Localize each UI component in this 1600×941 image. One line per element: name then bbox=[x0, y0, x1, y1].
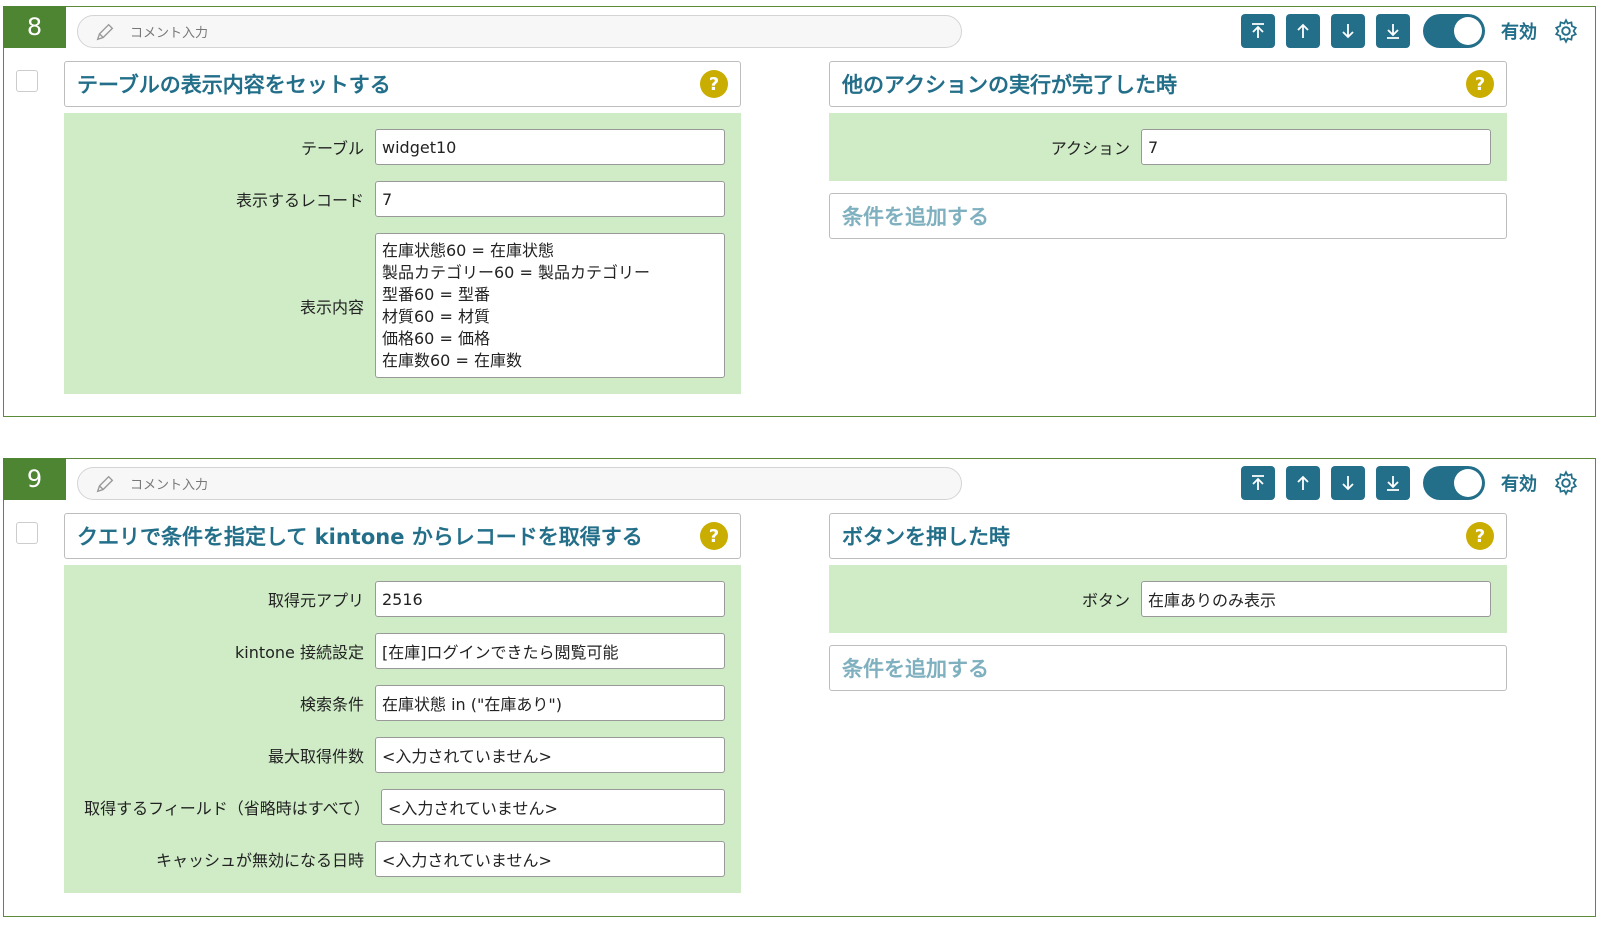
field-row: ボタン 在庫ありのみ表示 bbox=[829, 581, 1491, 617]
field-label: 検索条件 bbox=[299, 695, 364, 714]
mapping-line: 材質60 = 材質 bbox=[382, 307, 490, 326]
help-icon[interactable]: ? bbox=[700, 522, 728, 550]
trigger-fields: アクション 7 bbox=[829, 113, 1507, 181]
move-up-icon bbox=[1297, 23, 1309, 38]
mapping-line: 価格60 = 価格 bbox=[382, 329, 490, 348]
table-field[interactable]: widget10 bbox=[375, 129, 725, 165]
trigger-title-bar: ボタンを押した時 ? bbox=[829, 513, 1507, 559]
action-block-9: 9 コメント入力 有効 クエリで条件を指定して kintone からレコードを取… bbox=[3, 458, 1596, 917]
field-row: 表示内容 在庫状態60 = 在庫状態 製品カテゴリー60 = 製品カテゴリー 型… bbox=[64, 233, 725, 378]
select-checkbox[interactable] bbox=[16, 522, 38, 544]
field-row: 最大取得件数 <入力されていません> bbox=[64, 737, 725, 773]
move-top-button[interactable] bbox=[1241, 466, 1275, 500]
gear-icon[interactable] bbox=[1553, 470, 1579, 496]
cache-expiry-field[interactable]: <入力されていません> bbox=[375, 841, 725, 877]
max-count-field[interactable]: <入力されていません> bbox=[375, 737, 725, 773]
move-bottom-button[interactable] bbox=[1376, 14, 1410, 48]
move-down-icon bbox=[1342, 476, 1354, 491]
move-bottom-icon bbox=[1387, 24, 1399, 39]
fields-field[interactable]: <入力されていません> bbox=[381, 789, 725, 825]
field-row: kintone 接続設定 [在庫]ログインできたら閲覧可能 bbox=[64, 633, 725, 669]
move-up-button[interactable] bbox=[1286, 14, 1320, 48]
pencil-icon bbox=[96, 475, 114, 492]
select-checkbox[interactable] bbox=[16, 70, 38, 92]
help-icon[interactable]: ? bbox=[700, 70, 728, 98]
help-icon[interactable]: ? bbox=[1466, 70, 1494, 98]
comment-placeholder: コメント入力 bbox=[130, 26, 209, 41]
field-label: kintone 接続設定 bbox=[235, 643, 364, 662]
comment-input[interactable]: コメント入力 bbox=[77, 467, 962, 500]
toggle-knob bbox=[1454, 469, 1482, 497]
action-title: クエリで条件を指定して kintone からレコードを取得する bbox=[77, 525, 643, 549]
action-block-8: 8 コメント入力 有効 テーブルの表示内容をセットする ? テーブル widge… bbox=[3, 6, 1596, 417]
block-number: 9 bbox=[3, 458, 66, 500]
move-bottom-button[interactable] bbox=[1376, 466, 1410, 500]
help-icon[interactable]: ? bbox=[1466, 522, 1494, 550]
comment-placeholder: コメント入力 bbox=[130, 478, 209, 493]
enabled-label: 有効 bbox=[1501, 22, 1537, 43]
button-field[interactable]: 在庫ありのみ表示 bbox=[1141, 581, 1491, 617]
move-top-button[interactable] bbox=[1241, 14, 1275, 48]
action-panel: テーブルの表示内容をセットする ? テーブル widget10 表示するレコード… bbox=[64, 61, 741, 394]
action-title-bar: テーブルの表示内容をセットする ? bbox=[64, 61, 741, 107]
move-top-icon bbox=[1252, 475, 1264, 490]
trigger-title-bar: 他のアクションの実行が完了した時 ? bbox=[829, 61, 1507, 107]
move-up-button[interactable] bbox=[1286, 466, 1320, 500]
action-panel: クエリで条件を指定して kintone からレコードを取得する ? 取得元アプリ… bbox=[64, 513, 741, 893]
query-field[interactable]: 在庫状態 in ("在庫あり") bbox=[375, 685, 725, 721]
field-label: 表示するレコード bbox=[235, 191, 364, 210]
field-row: アクション 7 bbox=[829, 129, 1491, 165]
field-row: 取得元アプリ 2516 bbox=[64, 581, 725, 617]
move-top-icon bbox=[1252, 23, 1264, 38]
field-label: キャッシュが無効になる日時 bbox=[155, 851, 364, 870]
action-title-bar: クエリで条件を指定して kintone からレコードを取得する ? bbox=[64, 513, 741, 559]
mapping-line: 型番60 = 型番 bbox=[382, 285, 490, 304]
move-up-icon bbox=[1297, 475, 1309, 490]
connection-field[interactable]: [在庫]ログインできたら閲覧可能 bbox=[375, 633, 725, 669]
toggle-knob bbox=[1454, 17, 1482, 45]
field-row: テーブル widget10 bbox=[64, 129, 725, 165]
record-field[interactable]: 7 bbox=[375, 181, 725, 217]
trigger-title: 他のアクションの実行が完了した時 bbox=[842, 73, 1177, 97]
field-label: テーブル bbox=[300, 139, 364, 158]
trigger-fields: ボタン 在庫ありのみ表示 bbox=[829, 565, 1507, 633]
display-content-field[interactable]: 在庫状態60 = 在庫状態 製品カテゴリー60 = 製品カテゴリー 型番60 =… bbox=[375, 233, 725, 378]
move-bottom-icon bbox=[1387, 476, 1399, 491]
trigger-title: ボタンを押した時 bbox=[842, 525, 1010, 549]
field-label: 取得するフィールド（省略時はすべて） bbox=[84, 799, 370, 818]
move-down-icon bbox=[1342, 24, 1354, 39]
gear-icon[interactable] bbox=[1553, 18, 1579, 44]
action-title: テーブルの表示内容をセットする bbox=[77, 73, 391, 97]
enabled-toggle[interactable] bbox=[1423, 14, 1485, 48]
field-row: 表示するレコード 7 bbox=[64, 181, 725, 217]
block-toolbar: 有効 bbox=[1241, 13, 1579, 49]
mapping-line: 製品カテゴリー60 = 製品カテゴリー bbox=[382, 263, 650, 282]
field-label: 表示内容 bbox=[299, 297, 364, 317]
move-down-button[interactable] bbox=[1331, 466, 1365, 500]
comment-input[interactable]: コメント入力 bbox=[77, 15, 962, 48]
field-row: キャッシュが無効になる日時 <入力されていません> bbox=[64, 841, 725, 877]
move-down-button[interactable] bbox=[1331, 14, 1365, 48]
add-condition-button[interactable]: 条件を追加する bbox=[829, 645, 1507, 691]
pencil-icon bbox=[96, 23, 114, 40]
block-toolbar: 有効 bbox=[1241, 465, 1579, 501]
field-label: 取得元アプリ bbox=[267, 591, 364, 610]
block-number: 8 bbox=[3, 6, 66, 48]
field-label: 最大取得件数 bbox=[267, 747, 364, 766]
action-field[interactable]: 7 bbox=[1141, 129, 1491, 165]
mapping-line: 在庫状態60 = 在庫状態 bbox=[382, 241, 554, 260]
field-label: ボタン bbox=[1081, 591, 1130, 610]
trigger-panel: 他のアクションの実行が完了した時 ? アクション 7 条件を追加する bbox=[829, 61, 1507, 239]
enabled-label: 有効 bbox=[1501, 474, 1537, 495]
add-condition-button[interactable]: 条件を追加する bbox=[829, 193, 1507, 239]
action-fields: 取得元アプリ 2516 kintone 接続設定 [在庫]ログインできたら閲覧可… bbox=[64, 565, 741, 893]
field-row: 取得するフィールド（省略時はすべて） <入力されていません> bbox=[64, 789, 725, 825]
mapping-line: 在庫数60 = 在庫数 bbox=[382, 351, 522, 370]
field-row: 検索条件 在庫状態 in ("在庫あり") bbox=[64, 685, 725, 721]
field-label: アクション bbox=[1050, 139, 1130, 158]
source-app-field[interactable]: 2516 bbox=[375, 581, 725, 617]
action-fields: テーブル widget10 表示するレコード 7 表示内容 在庫状態60 = 在… bbox=[64, 113, 741, 394]
trigger-panel: ボタンを押した時 ? ボタン 在庫ありのみ表示 条件を追加する bbox=[829, 513, 1507, 691]
enabled-toggle[interactable] bbox=[1423, 466, 1485, 500]
